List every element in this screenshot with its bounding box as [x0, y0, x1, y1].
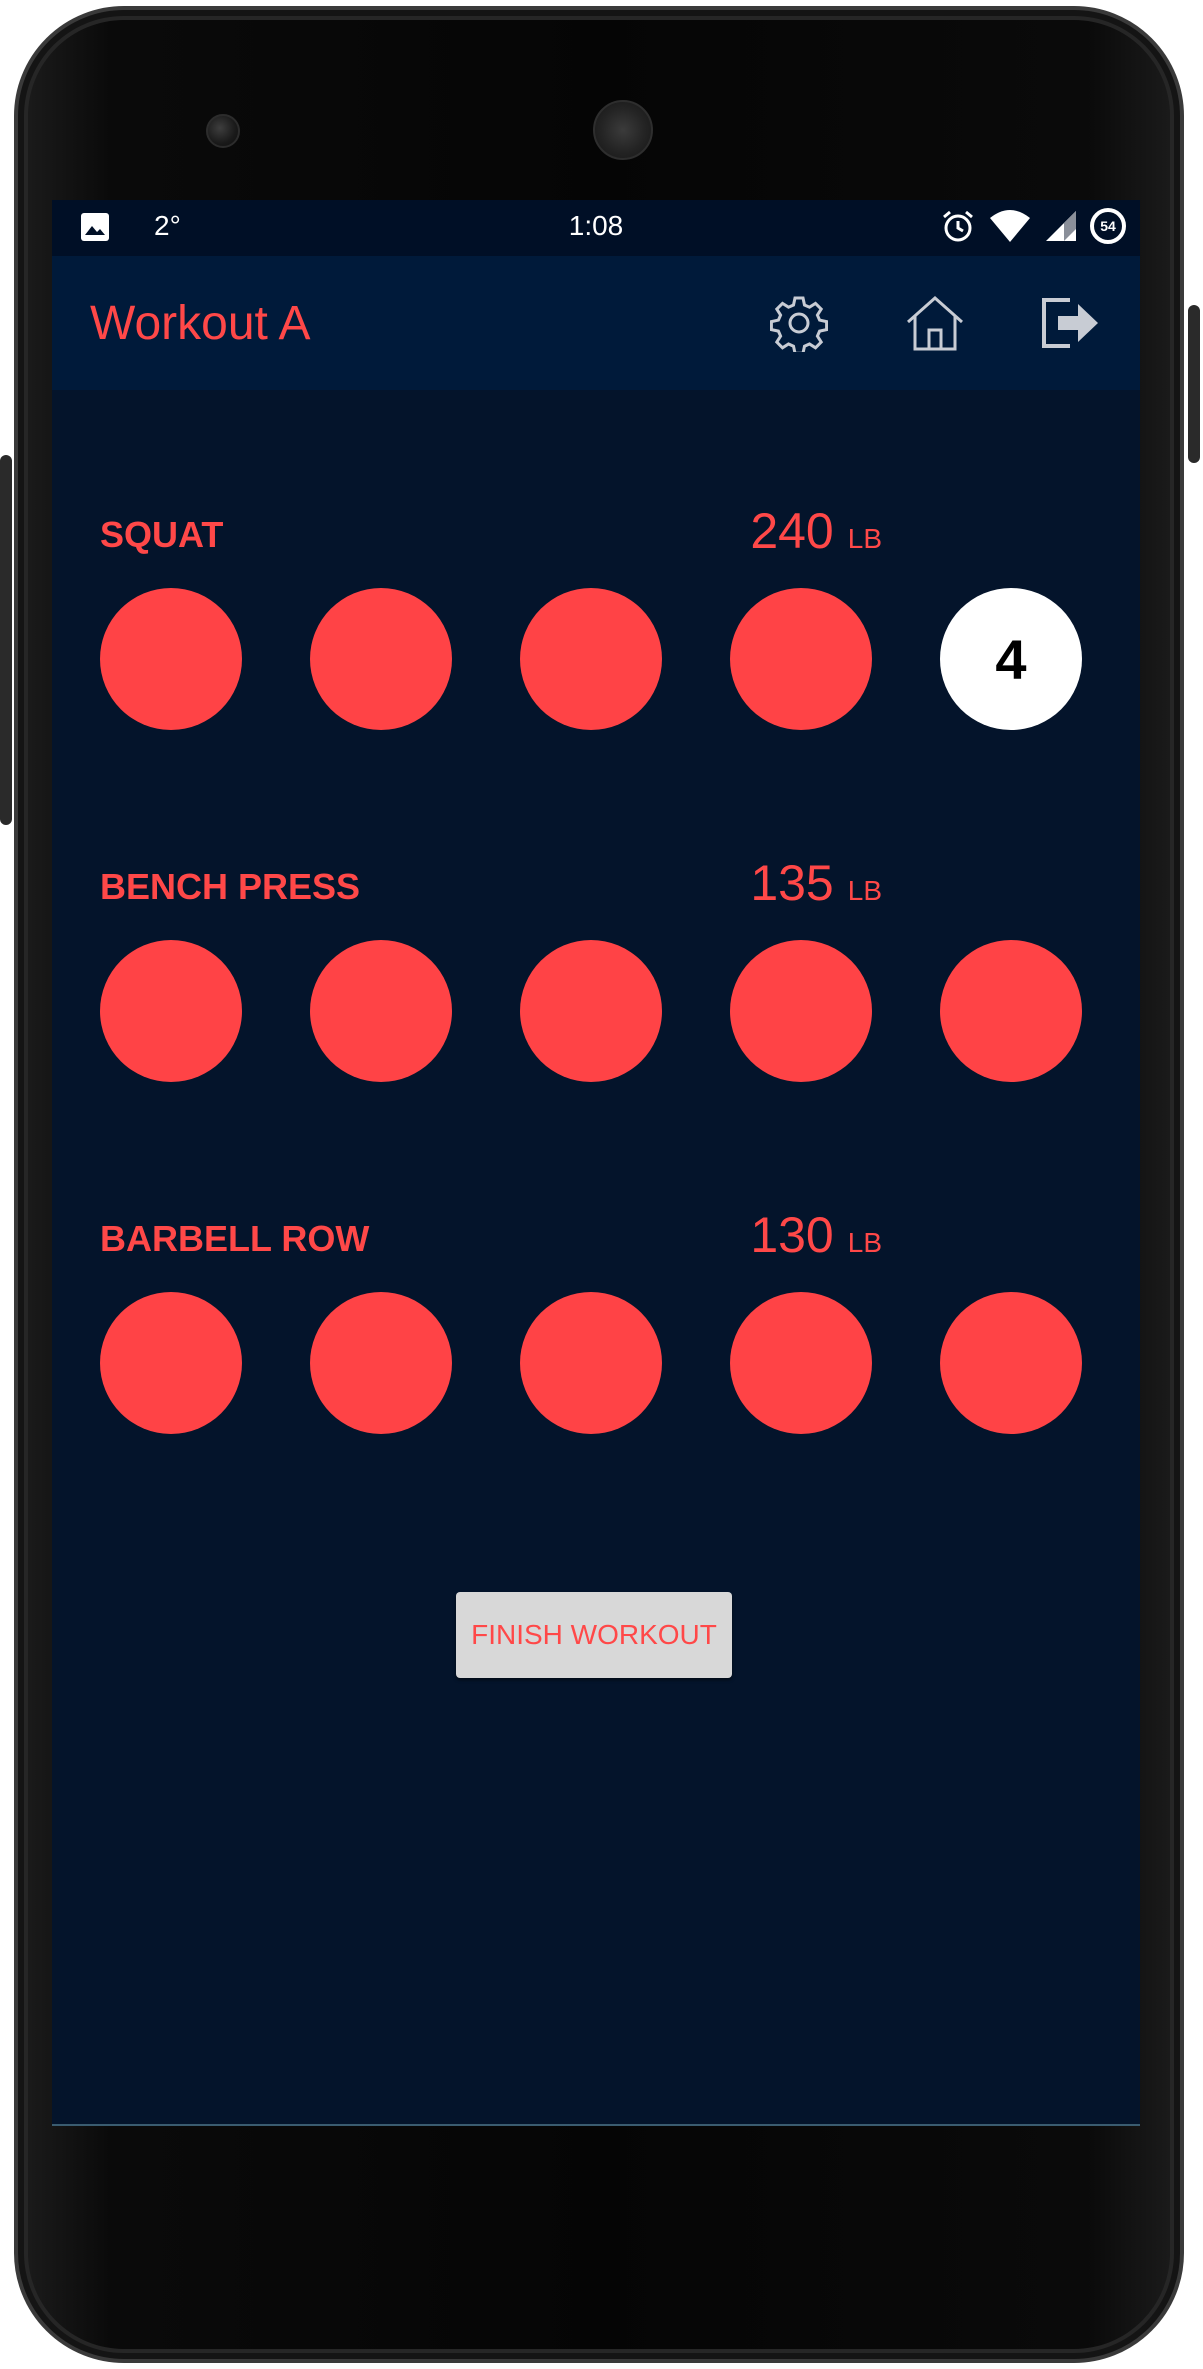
weight-value: 130 — [750, 1207, 834, 1263]
status-icons: 54 — [940, 208, 1126, 244]
set-button-1[interactable] — [100, 1292, 242, 1434]
set-button-1[interactable] — [100, 940, 242, 1082]
logout-button[interactable] — [1040, 292, 1102, 354]
settings-button[interactable] — [768, 292, 830, 354]
set-button-3[interactable] — [520, 1292, 662, 1434]
set-button-4[interactable] — [730, 940, 872, 1082]
set-button-4[interactable] — [730, 1292, 872, 1434]
set-button-1[interactable] — [100, 588, 242, 730]
set-row — [100, 940, 1100, 1082]
status-bar: 2° 1:08 54 — [52, 200, 1140, 256]
set-button-5[interactable] — [940, 1292, 1082, 1434]
set-button-2[interactable] — [310, 940, 452, 1082]
settings-gear-icon — [770, 296, 828, 352]
exercise-name: BARBELL ROW — [100, 1218, 370, 1259]
front-camera — [206, 114, 240, 148]
exercise-name: BENCH PRESS — [100, 866, 361, 907]
weight-unit: LB — [847, 523, 882, 554]
earpiece-speaker — [593, 100, 653, 160]
set-button-2[interactable] — [310, 1292, 452, 1434]
exercise-bench-press: BENCH PRESS 135 LB — [52, 855, 1140, 1166]
set-button-2[interactable] — [310, 588, 452, 730]
app-bar: Workout A — [52, 256, 1140, 390]
signal-icon — [1046, 211, 1076, 241]
weight-value: 240 — [750, 503, 834, 559]
set-button-5[interactable] — [940, 940, 1082, 1082]
home-icon — [907, 295, 963, 351]
set-button-3[interactable] — [520, 940, 662, 1082]
page-title: Workout A — [90, 297, 311, 350]
logout-icon — [1042, 298, 1098, 348]
weight-unit: LB — [847, 875, 882, 906]
set-row — [100, 1292, 1100, 1434]
battery-icon: 54 — [1090, 208, 1126, 244]
finish-workout-button[interactable]: FINISH WORKOUT — [456, 1592, 732, 1678]
home-button[interactable] — [904, 292, 966, 354]
weight-unit: LB — [847, 1227, 882, 1258]
app-screen: 2° 1:08 54 Workout A SQUAT 240 LB 4 BENC… — [52, 200, 1140, 2126]
exercise-weight[interactable]: 240 LB — [750, 502, 882, 560]
set-button-5[interactable]: 4 — [940, 588, 1082, 730]
set-row: 4 — [100, 588, 1100, 730]
weight-value: 135 — [750, 855, 834, 911]
set-button-3[interactable] — [520, 588, 662, 730]
exercise-barbell-row: BARBELL ROW 130 LB — [52, 1207, 1140, 1518]
wifi-icon — [990, 210, 1030, 242]
alarm-icon — [943, 210, 973, 242]
exercise-weight[interactable]: 130 LB — [750, 1206, 882, 1264]
exercise-weight[interactable]: 135 LB — [750, 854, 882, 912]
exercise-name: SQUAT — [100, 514, 224, 555]
set-button-4[interactable] — [730, 588, 872, 730]
power-button — [0, 455, 12, 825]
volume-button — [1188, 305, 1200, 463]
exercise-squat: SQUAT 240 LB 4 — [52, 503, 1140, 814]
